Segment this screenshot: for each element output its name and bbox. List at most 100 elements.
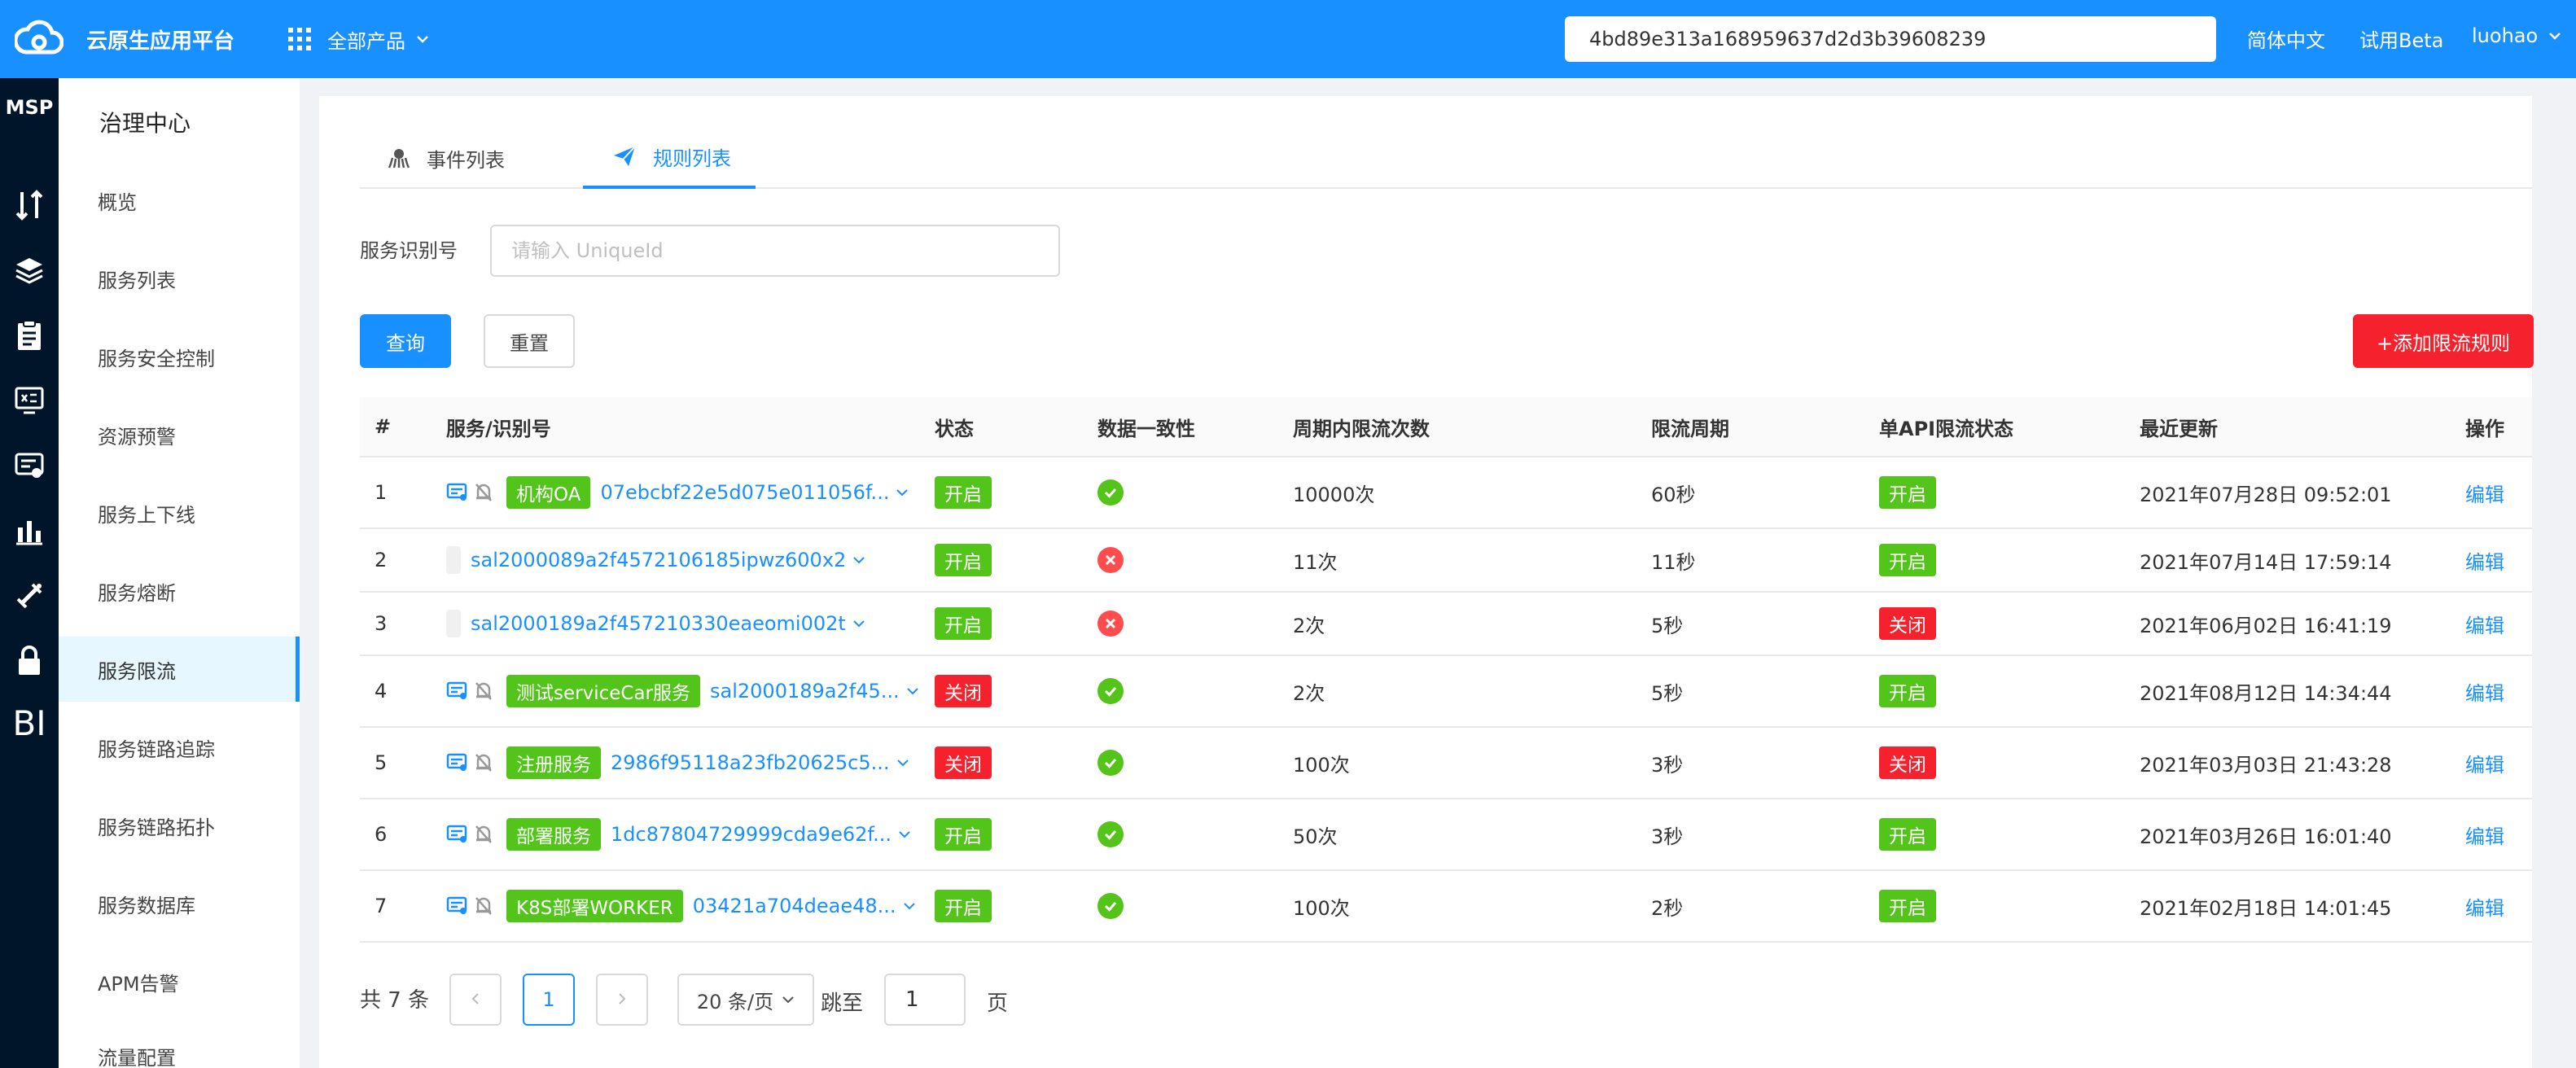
chevron-down-icon [415, 34, 430, 44]
edit-link[interactable]: 编辑 [2465, 529, 2504, 591]
tab-label: 事件列表 [427, 148, 505, 172]
col-header-service: 服务/识别号 [446, 417, 551, 440]
edit-link[interactable]: 编辑 [2465, 871, 2504, 941]
sidebar-item-label: 服务链路追踪 [98, 738, 215, 761]
bi-label[interactable]: BI [0, 703, 59, 743]
chevron-down-icon[interactable] [852, 619, 865, 628]
col-header-api-limit-status: 单API限流状态 [1879, 417, 2014, 440]
service-type-icons [446, 895, 500, 917]
chevron-down-icon[interactable] [903, 902, 916, 910]
check-circle-icon [1097, 893, 1124, 919]
transfer-icon[interactable] [0, 186, 59, 225]
col-header-status: 状态 [935, 417, 974, 440]
service-id-link[interactable]: 2986f95118a23fb20625c5... [611, 751, 890, 774]
sidebar-item-traffic-config[interactable]: 流量配置 [59, 1027, 300, 1068]
bar-chart-icon[interactable] [0, 511, 59, 550]
status-badge: 开启 [935, 890, 992, 922]
service-card-icon [446, 896, 469, 916]
jump-label: 跳至 [821, 991, 864, 1016]
sidebar-item-online-offline[interactable]: 服务上下线 [59, 480, 300, 545]
language-switch[interactable]: 简体中文 [2247, 24, 2325, 53]
last-updated: 2021年02月18日 14:01:45 [2140, 896, 2392, 920]
sidebar-item-topology[interactable]: 服务链路拓扑 [59, 793, 300, 858]
service-name-tag: K8S部署WORKER [506, 890, 683, 922]
clipboard-icon[interactable] [0, 316, 59, 355]
close-circle-icon [1097, 547, 1124, 573]
add-rate-limit-rule-button[interactable]: +添加限流规则 [2353, 314, 2534, 368]
sidebar-item-label: 服务链路拓扑 [98, 816, 215, 839]
chevron-down-icon[interactable] [906, 687, 919, 695]
service-name-tag: 测试serviceCar服务 [506, 675, 700, 707]
user-menu[interactable]: luohao [2472, 24, 2562, 47]
service-id-input[interactable] [490, 225, 1060, 277]
rules-table: # 服务/识别号 状态 数据一致性 周期内限流次数 限流周期 单API限流状态 … [360, 397, 2532, 943]
chevron-down-icon[interactable] [896, 488, 909, 497]
page-1-button[interactable]: 1 [523, 974, 575, 1026]
prev-page-button[interactable] [449, 974, 502, 1026]
sidebar-item-rate-limit[interactable]: 服务限流 [59, 637, 300, 702]
sidebar-item-database[interactable]: 服务数据库 [59, 871, 300, 936]
service-id-link[interactable]: 1dc87804729999cda9e62f... [611, 823, 892, 846]
service-id-link[interactable]: sal2000189a2f45... [710, 680, 900, 703]
edit-link[interactable]: 编辑 [2465, 593, 2504, 654]
limit-count: 2次 [1293, 614, 1325, 637]
plug-icon[interactable] [0, 576, 59, 615]
api-limit-status-cell: 关闭 [1879, 593, 1936, 654]
edit-link[interactable]: 编辑 [2465, 457, 2504, 527]
monitor-icon[interactable] [0, 381, 59, 420]
edit-link[interactable]: 编辑 [2465, 728, 2504, 798]
service-cell: sal2000189a2f457210330eaeomi002t [446, 593, 865, 654]
service-card-icon[interactable] [0, 446, 59, 485]
service-id-link[interactable]: 03421a704deae48... [693, 895, 896, 917]
reset-button[interactable]: 重置 [484, 314, 575, 368]
layers-icon[interactable] [0, 251, 59, 290]
row-index: 5 [375, 751, 388, 774]
limit-period: 3秒 [1651, 753, 1684, 777]
table-row: 2 sal2000089a2f4572106185ipwz600x2 开启 11次 11… [360, 529, 2532, 593]
page-size-select[interactable]: 20 条/页 [677, 974, 814, 1026]
service-card-icon [446, 753, 469, 773]
query-button[interactable]: 查询 [360, 314, 451, 368]
sidebar-item-trace[interactable]: 服务链路追踪 [59, 715, 300, 780]
service-id-link[interactable]: sal2000089a2f4572106185ipwz600x2 [471, 549, 846, 571]
service-name-tag: 注册服务 [506, 746, 601, 779]
table-row: 3 sal2000189a2f457210330eaeomi002t 开启 2次 5秒 关… [360, 593, 2532, 656]
edit-link[interactable]: 编辑 [2465, 799, 2504, 869]
edit-link[interactable]: 编辑 [2465, 656, 2504, 726]
try-beta-link[interactable]: 试用Beta [2359, 24, 2443, 53]
sidebar-item-apm-alert[interactable]: APM告警 [59, 949, 300, 1014]
side-menu: 治理中心 概览 服务列表 服务安全控制 资源预警 服务上下线 服务熔断 服务限流… [59, 78, 300, 1068]
sidebar-item-service-list[interactable]: 服务列表 [59, 246, 300, 311]
tab-rule-list[interactable]: 规则列表 [583, 127, 756, 189]
chevron-down-icon[interactable] [896, 759, 909, 767]
row-index: 6 [375, 823, 388, 846]
service-id-link[interactable]: 07ebcbf22e5d075e011056f... [600, 481, 889, 504]
row-index: 4 [375, 680, 388, 703]
sidebar-item-circuit-breaker[interactable]: 服务熔断 [59, 558, 300, 624]
brand[interactable]: 云原生应用平台 [13, 16, 235, 62]
api-limit-status-badge: 开启 [1879, 675, 1936, 707]
sidebar-item-resource-alert[interactable]: 资源预警 [59, 402, 300, 467]
sidebar-item-label: 服务上下线 [98, 503, 195, 527]
octopus-icon [388, 147, 410, 169]
lock-icon[interactable] [0, 641, 59, 681]
top-search-input[interactable]: 4bd89e313a168959637d2d3b39608239 [1565, 16, 2216, 62]
limit-count: 10000次 [1293, 483, 1375, 506]
chevron-down-icon[interactable] [852, 556, 865, 564]
all-products-menu[interactable]: 全部产品 [288, 21, 430, 57]
service-id-link[interactable]: sal2000189a2f457210330eaeomi002t [471, 612, 846, 635]
platform-name: 云原生应用平台 [86, 28, 235, 54]
jump-page-input[interactable]: 1 [884, 974, 966, 1026]
limit-period: 11秒 [1651, 550, 1696, 574]
chevron-down-icon[interactable] [898, 830, 911, 838]
consistency-cell [1097, 593, 1124, 654]
limit-period: 3秒 [1651, 825, 1684, 848]
sidebar-item-security-control[interactable]: 服务安全控制 [59, 324, 300, 389]
tab-event-list[interactable]: 事件列表 [388, 127, 542, 189]
sidebar-item-overview[interactable]: 概览 [59, 168, 300, 233]
next-page-button[interactable] [596, 974, 648, 1026]
check-circle-icon [1097, 678, 1124, 704]
username: luohao [2472, 24, 2539, 47]
service-name-tag: 部署服务 [506, 818, 601, 851]
status-cell: 开启 [935, 871, 992, 941]
